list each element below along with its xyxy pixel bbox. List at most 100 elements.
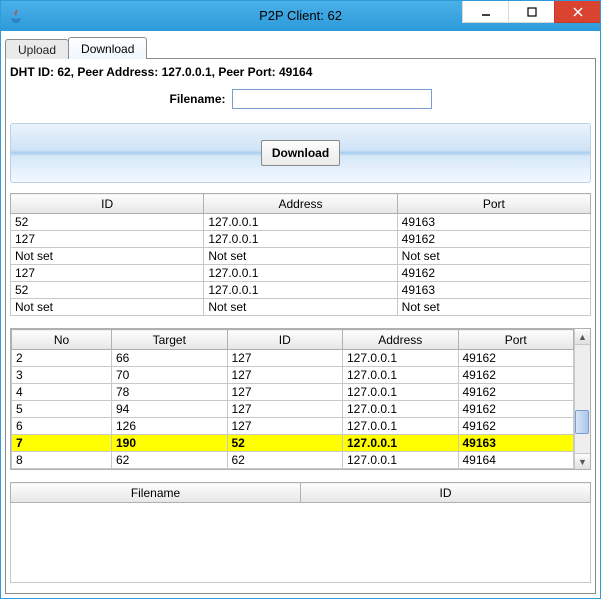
close-button[interactable] [554, 1, 600, 23]
table-row[interactable]: Not setNot setNot set [11, 299, 591, 316]
minimize-button[interactable] [462, 1, 508, 23]
cell-address: 127.0.0.1 [343, 367, 459, 384]
table-row[interactable]: 478127127.0.0.149162 [12, 384, 574, 401]
cell-target: 190 [112, 435, 228, 452]
peers-col-address[interactable]: Address [204, 194, 397, 214]
cell-id: 52 [227, 435, 343, 452]
download-panel: Download [10, 123, 591, 183]
log-col-target[interactable]: Target [112, 330, 228, 350]
tabstrip: Upload Download [5, 35, 596, 59]
cell-address: 127.0.0.1 [343, 384, 459, 401]
cell-id: 127 [227, 367, 343, 384]
client-area: Upload Download DHT ID: 62, Peer Address… [1, 31, 600, 598]
files-table-pane: Filename ID [10, 482, 591, 583]
cell-address: Not set [204, 248, 397, 265]
log-col-no[interactable]: No [12, 330, 112, 350]
table-row[interactable]: 127127.0.0.149162 [11, 265, 591, 282]
cell-port: 49163 [458, 435, 574, 452]
cell-id: 62 [227, 452, 343, 469]
cell-address: 127.0.0.1 [204, 265, 397, 282]
cell-no: 8 [12, 452, 112, 469]
cell-port: 49163 [397, 282, 590, 299]
tab-download[interactable]: Download [68, 37, 147, 59]
cell-port: 49162 [458, 384, 574, 401]
cell-port: 49162 [458, 418, 574, 435]
filename-label: Filename: [169, 92, 225, 106]
cell-no: 7 [12, 435, 112, 452]
scroll-up-icon[interactable]: ▲ [575, 329, 590, 345]
log-col-port[interactable]: Port [458, 330, 574, 350]
table-row[interactable]: 719052127.0.0.149163 [12, 435, 574, 452]
log-table-pane: No Target ID Address Port 266127127.0.0.… [10, 328, 591, 470]
cell-no: 5 [12, 401, 112, 418]
table-row[interactable]: Not setNot setNot set [11, 248, 591, 265]
cell-id: 127 [227, 401, 343, 418]
cell-port: 49162 [397, 265, 590, 282]
table-row[interactable]: 52127.0.0.149163 [11, 282, 591, 299]
table-row[interactable]: 52127.0.0.149163 [11, 214, 591, 231]
app-window: P2P Client: 62 Upload Download DHT ID: 6… [0, 0, 601, 599]
cell-target: 94 [112, 401, 228, 418]
peers-table-pane: ID Address Port 52127.0.0.149163127127.0… [10, 193, 591, 316]
table-row[interactable]: 370127127.0.0.149162 [12, 367, 574, 384]
table-row[interactable]: 266127127.0.0.149162 [12, 350, 574, 367]
cell-id: 127 [11, 265, 204, 282]
filename-row: Filename: [10, 87, 591, 117]
cell-address: 127.0.0.1 [343, 435, 459, 452]
table-row[interactable]: 6126127127.0.0.149162 [12, 418, 574, 435]
download-button[interactable]: Download [261, 140, 340, 166]
log-col-address[interactable]: Address [343, 330, 459, 350]
cell-port: 49164 [458, 452, 574, 469]
peers-col-id[interactable]: ID [11, 194, 204, 214]
cell-port: 49163 [397, 214, 590, 231]
log-col-id[interactable]: ID [227, 330, 343, 350]
cell-address: 127.0.0.1 [343, 418, 459, 435]
cell-target: 126 [112, 418, 228, 435]
cell-port: Not set [397, 248, 590, 265]
cell-port: Not set [397, 299, 590, 316]
cell-address: 127.0.0.1 [343, 401, 459, 418]
cell-address: 127.0.0.1 [204, 214, 397, 231]
tab-download-content: DHT ID: 62, Peer Address: 127.0.0.1, Pee… [5, 58, 596, 594]
cell-no: 2 [12, 350, 112, 367]
cell-no: 6 [12, 418, 112, 435]
peer-info: DHT ID: 62, Peer Address: 127.0.0.1, Pee… [10, 63, 591, 81]
scroll-down-icon[interactable]: ▼ [575, 453, 590, 469]
titlebar: P2P Client: 62 [1, 1, 600, 31]
cell-id: 52 [11, 282, 204, 299]
filename-input[interactable] [232, 89, 432, 109]
cell-address: 127.0.0.1 [343, 350, 459, 367]
cell-no: 3 [12, 367, 112, 384]
cell-port: 49162 [458, 367, 574, 384]
cell-id: 127 [11, 231, 204, 248]
scroll-thumb[interactable] [575, 410, 589, 434]
cell-address: 127.0.0.1 [343, 452, 459, 469]
cell-port: 49162 [458, 350, 574, 367]
cell-target: 66 [112, 350, 228, 367]
files-col-filename[interactable]: Filename [11, 483, 301, 503]
cell-id: 127 [227, 418, 343, 435]
window-buttons [462, 1, 600, 23]
table-row[interactable]: 86262127.0.0.149164 [12, 452, 574, 469]
cell-address: 127.0.0.1 [204, 231, 397, 248]
files-body [10, 503, 591, 583]
cell-no: 4 [12, 384, 112, 401]
cell-port: 49162 [458, 401, 574, 418]
cell-target: 70 [112, 367, 228, 384]
cell-port: 49162 [397, 231, 590, 248]
files-table: Filename ID [10, 482, 591, 503]
cell-target: 62 [112, 452, 228, 469]
table-row[interactable]: 127127.0.0.149162 [11, 231, 591, 248]
files-col-id[interactable]: ID [301, 483, 591, 503]
log-scrollbar[interactable]: ▲ ▼ [574, 329, 590, 469]
table-row[interactable]: 594127127.0.0.149162 [12, 401, 574, 418]
maximize-button[interactable] [508, 1, 554, 23]
cell-address: 127.0.0.1 [204, 282, 397, 299]
cell-address: Not set [204, 299, 397, 316]
log-table: No Target ID Address Port 266127127.0.0.… [11, 329, 574, 469]
peers-col-port[interactable]: Port [397, 194, 590, 214]
java-icon [7, 7, 25, 25]
cell-id: 127 [227, 384, 343, 401]
cell-id: 127 [227, 350, 343, 367]
tab-upload[interactable]: Upload [5, 39, 69, 59]
